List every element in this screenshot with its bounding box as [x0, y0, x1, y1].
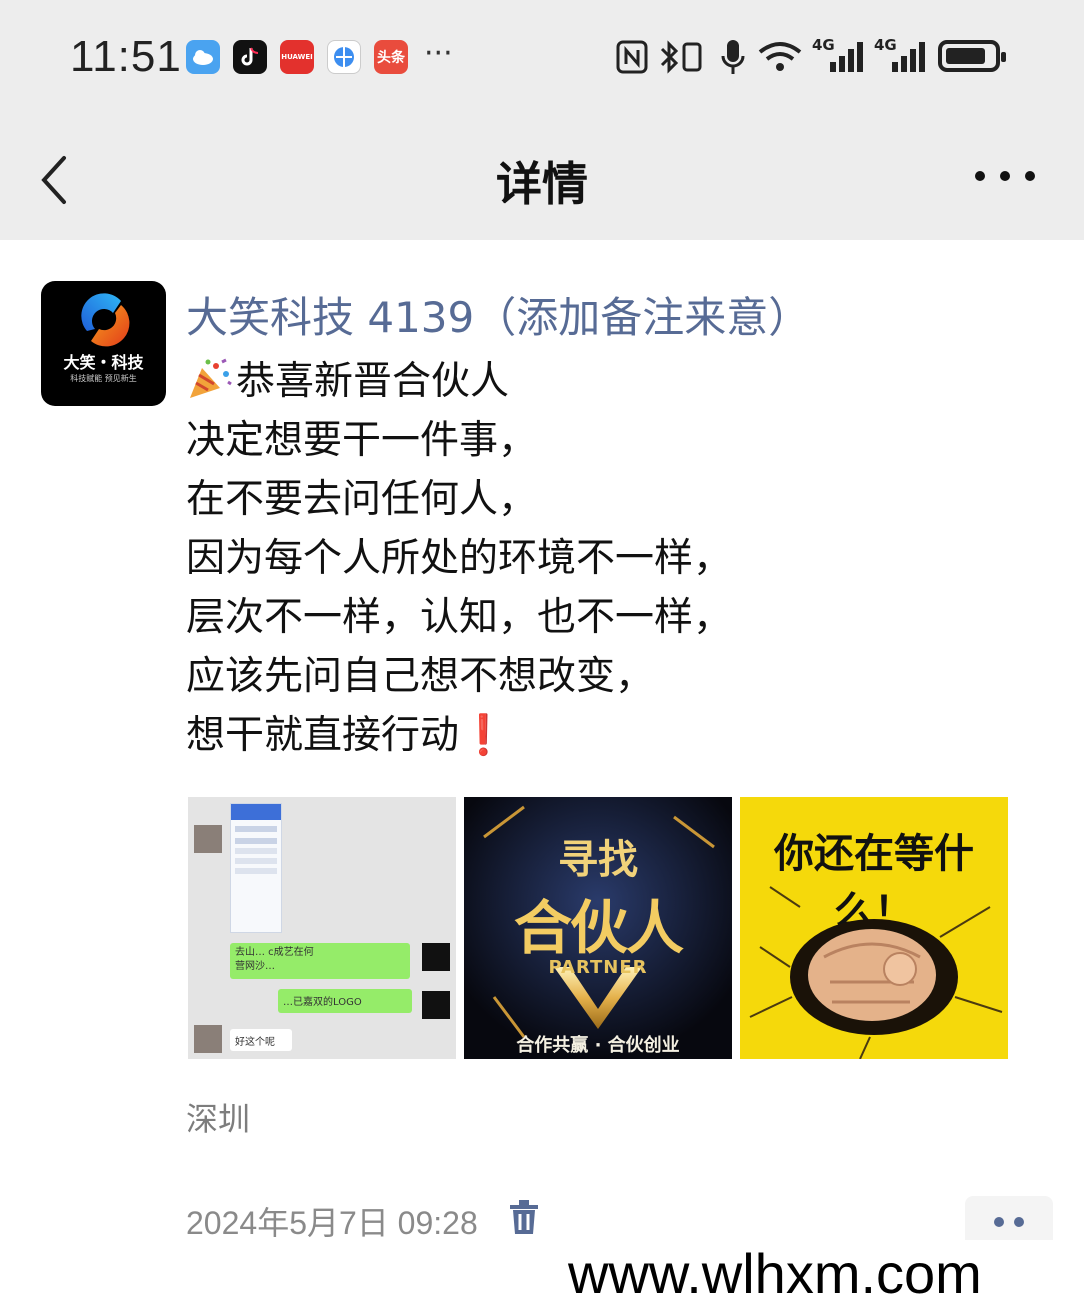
- post-line: 因为每个人所处的环境不一样，: [186, 536, 733, 581]
- weather-icon: [186, 40, 220, 74]
- chat-bubble-received: 好这个呢: [230, 1029, 292, 1051]
- comment-dot: [994, 1217, 1004, 1227]
- toutiao-label: 头条: [377, 50, 405, 66]
- party-popper-icon: [190, 358, 232, 398]
- more-options-button[interactable]: [975, 146, 1035, 206]
- notification-overflow-icon: ···: [424, 36, 453, 71]
- post-line-text: 想干就直接行动: [186, 713, 460, 758]
- avatar-name: 大笑・科技: [63, 353, 144, 372]
- microphone-icon: [721, 40, 745, 74]
- photo-partner-poster[interactable]: 寻找 合伙人 PARTNER 合作共赢 · 合伙创业: [464, 797, 732, 1059]
- status-bar: 11:51 HUAWEI 头条 ··· 4G 4G: [0, 0, 1084, 110]
- company-logo-icon: [81, 293, 130, 347]
- phone-screenshot-thumb: [230, 803, 282, 933]
- chat-avatar: [194, 825, 222, 853]
- poster-partner-label: PARTNER: [548, 957, 648, 978]
- chat-bubble-sent: …已嘉双的LOGO: [278, 989, 412, 1013]
- page-title: 详情: [496, 157, 588, 211]
- photo-pointing-poster[interactable]: 你还在等什么！: [740, 797, 1008, 1059]
- huawei-icon: HUAWEI: [280, 40, 314, 74]
- nfc-icon: [616, 40, 648, 74]
- exclamation-icon: ❗: [459, 713, 508, 758]
- avatar[interactable]: 大笑・科技 科技赋能 预见新生: [41, 281, 166, 406]
- chat-bubble-text: 去山… c成艺在何: [235, 947, 314, 958]
- post-line: 恭喜新晋合伙人: [186, 352, 1046, 411]
- huawei-label: HUAWEI: [281, 53, 313, 61]
- chat-bubble-text: 好这个呢: [235, 1037, 275, 1048]
- more-dot: [1000, 171, 1010, 181]
- battery-icon: [938, 40, 1006, 72]
- post-line: 在不要去问任何人，: [186, 477, 538, 522]
- clock: 11:51: [70, 32, 182, 81]
- more-dot: [975, 171, 985, 181]
- more-dot: [1025, 171, 1035, 181]
- chat-bubble-sent: 去山… c成艺在何 营网沙…: [230, 943, 410, 979]
- nav-bar: 详情: [0, 110, 1084, 240]
- avatar-slogan: 科技赋能 预见新生: [70, 374, 137, 383]
- toutiao-icon: 头条: [374, 40, 408, 74]
- post-line: 想干就直接行动❗: [186, 706, 1046, 765]
- chat-bubble-text: …已嘉双的LOGO: [283, 997, 362, 1008]
- bluetooth-vibrate-icon: [660, 40, 702, 74]
- watermark: www.wlhxm.com: [560, 1240, 1084, 1308]
- post-location[interactable]: 深圳: [186, 1094, 250, 1140]
- chat-avatar-self: [422, 943, 450, 971]
- post-content: 恭喜新晋合伙人 决定想要干一件事， 在不要去问任何人， 因为每个人所处的环境不一…: [186, 352, 1046, 765]
- chat-bubble-text: 营网沙…: [235, 961, 275, 972]
- post-line-text: 恭喜新晋合伙人: [236, 359, 510, 404]
- post-line: 应该先问自己想不想改变，: [186, 654, 655, 699]
- username-link[interactable]: 大笑科技 4139（添加备注来意）: [186, 284, 810, 345]
- tiktok-icon: [233, 40, 267, 74]
- pointing-fist-icon: [749, 886, 1003, 1059]
- photo-chat-screenshot[interactable]: 去山… c成艺在何 营网沙… …已嘉双的LOGO 好这个呢: [188, 797, 456, 1059]
- poster-heading-top: 寻找: [558, 837, 638, 883]
- cellular-signal-2-icon: [892, 42, 925, 72]
- chat-avatar-self: [422, 991, 450, 1019]
- chat-avatar: [194, 1025, 222, 1053]
- poster-slogan: 合作共赢 · 合伙创业: [516, 1035, 680, 1056]
- battery-fill: [946, 48, 985, 64]
- cellular-signal-1-icon: [830, 42, 863, 72]
- browser-icon: [327, 40, 361, 74]
- post-line: 决定想要干一件事，: [186, 418, 538, 463]
- poster-heading-main: 合伙人: [513, 894, 684, 962]
- trash-icon[interactable]: [508, 1200, 540, 1236]
- post-timestamp: 2024年5月7日 09:28: [186, 1205, 478, 1241]
- comment-dot: [1014, 1217, 1024, 1227]
- post-line: 层次不一样，认知，也不一样，: [186, 595, 733, 640]
- wifi-icon: [758, 42, 802, 71]
